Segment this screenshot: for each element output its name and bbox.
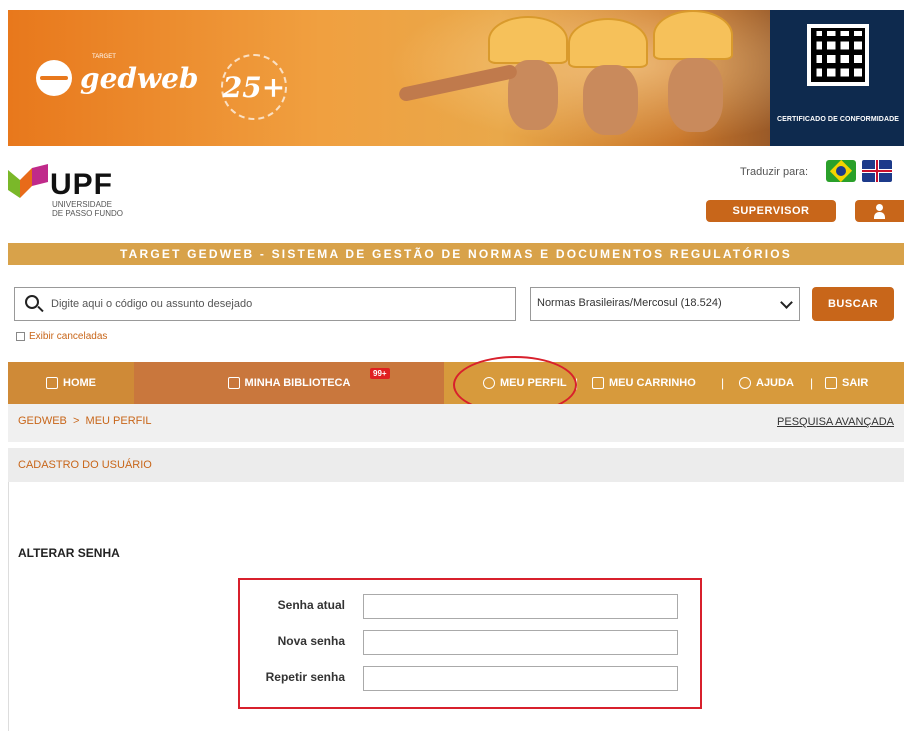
search-box — [14, 287, 516, 321]
show-cancelled-label: Exibir canceladas — [29, 331, 108, 342]
university-subtitle-line2: DE PASSO FUNDO — [52, 209, 123, 218]
user-registration-title: CADASTRO DO USUÁRIO — [18, 459, 152, 471]
nav-library[interactable]: MINHA BIBLIOTECA 99+ — [134, 362, 444, 404]
nav-logout[interactable]: SAIR — [825, 362, 868, 404]
new-password-label: Nova senha — [277, 634, 345, 648]
current-password-field[interactable] — [363, 594, 678, 619]
certificate-panel[interactable]: CERTIFICADO DE CONFORMIDADE — [770, 10, 904, 146]
chevron-down-icon — [780, 296, 793, 309]
university-name: UPF — [50, 168, 113, 201]
uk-flag-icon[interactable] — [862, 160, 892, 182]
gedweb-logo-text: gedweb — [80, 61, 199, 95]
library-count-badge: 99+ — [370, 368, 390, 379]
page: TARGET gedweb 25+ CERTIFICADO DE CONFORM… — [0, 0, 904, 731]
search-input[interactable] — [51, 288, 511, 320]
nav-home-label: HOME — [63, 377, 96, 389]
show-cancelled-checkbox[interactable]: Exibir canceladas — [16, 331, 107, 342]
gedweb-logo-icon — [36, 60, 72, 96]
user-icon[interactable] — [855, 200, 904, 222]
section-header: CADASTRO DO USUÁRIO — [8, 448, 904, 482]
breadcrumb: GEDWEB > MEU PERFIL PESQUISA AVANÇADA — [8, 404, 904, 442]
search-button[interactable]: BUSCAR — [812, 287, 894, 321]
worker-image — [583, 65, 638, 135]
certificate-text: CERTIFICADO DE CONFORMIDADE — [776, 116, 900, 123]
nav-library-label: MINHA BIBLIOTECA — [244, 377, 351, 389]
anniversary-badge: 25+ — [221, 54, 287, 120]
nav-help[interactable]: AJUDA — [739, 362, 794, 404]
password-form: Senha atual Nova senha Repetir senha — [238, 578, 702, 709]
cart-icon — [592, 377, 604, 389]
helmet-image — [653, 10, 733, 60]
new-password-field[interactable] — [363, 630, 678, 655]
nav-cart-label: MEU CARRINHO — [609, 377, 696, 389]
nav-logout-label: SAIR — [842, 377, 869, 389]
search-icon[interactable] — [25, 295, 39, 309]
qr-code-icon — [807, 24, 869, 86]
divider — [8, 482, 9, 731]
new-password-row: Nova senha — [240, 628, 700, 656]
nav-separator: | — [721, 376, 725, 390]
advanced-search-link[interactable]: PESQUISA AVANÇADA — [777, 416, 894, 428]
change-password-title: ALTERAR SENHA — [18, 546, 120, 560]
gedweb-logo-small: TARGET — [92, 54, 116, 60]
collection-select-value: Normas Brasileiras/Mercosul (18.524) — [537, 297, 722, 309]
repeat-password-field[interactable] — [363, 666, 678, 691]
helmet-image — [568, 18, 648, 68]
nav-separator: | — [810, 376, 814, 390]
gedweb-logo[interactable]: TARGET gedweb — [36, 54, 199, 96]
help-icon — [739, 377, 751, 389]
library-icon — [227, 377, 240, 389]
upf-mark-icon — [8, 164, 48, 198]
breadcrumb-path[interactable]: GEDWEB > MEU PERFIL — [18, 415, 152, 427]
university-subtitle-line1: UNIVERSIDADE — [52, 200, 113, 209]
nav-cart[interactable]: MEU CARRINHO — [592, 362, 696, 404]
hero-banner: TARGET gedweb 25+ CERTIFICADO DE CONFORM… — [8, 10, 904, 146]
translate-label: Traduzir para: — [740, 166, 809, 178]
logout-icon — [825, 377, 837, 389]
current-password-row: Senha atual — [240, 592, 700, 620]
nav-help-label: AJUDA — [756, 377, 794, 389]
system-title-strip: TARGET GEDWEB - SISTEMA DE GESTÃO DE NOR… — [8, 243, 904, 265]
repeat-password-label: Repetir senha — [265, 670, 345, 684]
brazil-flag-icon[interactable] — [826, 160, 856, 182]
university-subtitle: UNIVERSIDADE DE PASSO FUNDO — [52, 200, 123, 218]
helmet-image — [488, 16, 568, 64]
home-icon — [46, 377, 58, 389]
current-password-label: Senha atual — [277, 598, 345, 612]
nav-home[interactable]: HOME — [8, 362, 134, 404]
collection-select[interactable]: Normas Brasileiras/Mercosul (18.524) — [530, 287, 800, 321]
repeat-password-row: Repetir senha — [240, 664, 700, 692]
checkbox-box[interactable] — [16, 332, 25, 341]
worker-image — [668, 58, 723, 132]
supervisor-button[interactable]: SUPERVISOR — [706, 200, 836, 222]
